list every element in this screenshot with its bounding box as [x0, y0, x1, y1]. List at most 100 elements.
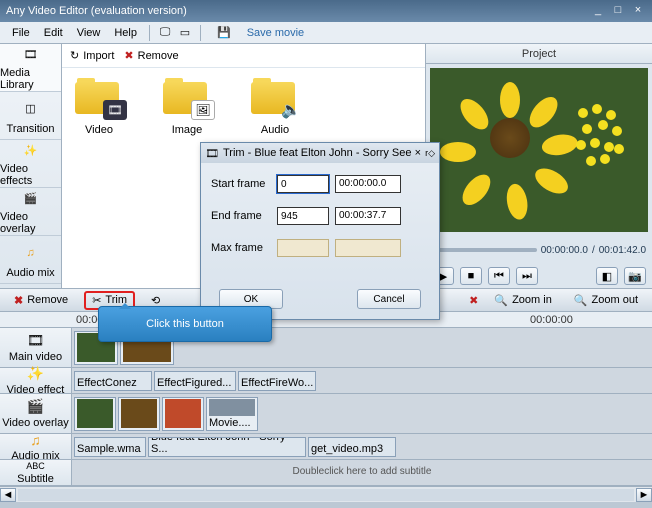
zoom-in-icon: 🔍 [494, 294, 508, 307]
x-icon: ✖ [469, 294, 478, 307]
subtitle-placeholder[interactable]: Doubleclick here to add subtitle [72, 460, 652, 485]
film-icon: 🎞 [107, 103, 122, 117]
close-button[interactable]: × [630, 4, 646, 18]
overlay-clip[interactable]: Movie.... [206, 397, 258, 431]
start-frame-label: Start frame [211, 178, 271, 190]
film-icon: 🎞 [205, 147, 219, 160]
max-timecode [335, 239, 401, 257]
track-video-effect: ✨ Video effect EffectConez EffectFigured… [0, 368, 652, 394]
max-frame-label: Max frame [211, 242, 271, 254]
start-timecode: 00:00:00.0 [335, 175, 401, 193]
zoom-in-button[interactable]: 🔍 Zoom in [488, 292, 557, 309]
dialog-close-button[interactable]: × [415, 147, 421, 159]
sidebar-video-overlay[interactable]: 🎬 Video overlay [0, 188, 61, 236]
transition-icon: ◫ [19, 97, 43, 121]
app-title: Any Video Editor (evaluation version) [6, 5, 586, 17]
timeline-tracks: 🎞 Main video ✨ Video effect EffectConez … [0, 328, 652, 486]
speaker-icon: 🔈 [281, 100, 301, 120]
effect-clip[interactable]: EffectFigured... [154, 371, 236, 391]
end-timecode: 00:00:37.7 [335, 207, 401, 225]
time-current: 00:00:00.0 [541, 245, 588, 256]
cancel-button[interactable]: Cancel [357, 289, 421, 309]
preview-button-bar: ▶ ■ ⏮ ⏭ ◧ 📷 [426, 264, 652, 288]
dialog-titlebar[interactable]: 🎞 Trim - Blue feat Elton John - Sorry Se… [201, 143, 439, 163]
preview-panel: Project 00:00:00.0 / [426, 44, 652, 288]
audio-clip[interactable]: Blue feat Elton John - Sorry S... [148, 437, 306, 457]
overlay-icon: 🎬 [27, 398, 44, 415]
film-icon: 🎞 [27, 332, 45, 349]
preview-slider[interactable] [432, 248, 537, 252]
preview-image [430, 68, 648, 232]
menu-view[interactable]: View [71, 25, 107, 41]
tutorial-callout: Click this button [98, 306, 272, 342]
sidebar-video-effects[interactable]: ✨ Video effects [0, 140, 61, 188]
marker-button[interactable]: ◧ [596, 267, 618, 285]
maximize-button[interactable]: □ [610, 4, 626, 18]
content-toolbar: ↻ Import ✖ Remove [62, 44, 425, 68]
end-frame-input[interactable] [277, 207, 329, 225]
media-folder-video[interactable]: 🎞 Video [70, 78, 128, 136]
effects-icon: ✨ [19, 140, 43, 161]
menu-help[interactable]: Help [108, 25, 143, 41]
audio-clip[interactable]: get_video.mp3 [308, 437, 396, 457]
sidebar: 🎞 Media Library ◫ Transition ✨ Video eff… [0, 44, 62, 288]
minimize-button[interactable]: _ [590, 4, 606, 18]
scroll-right-button[interactable]: ► [636, 488, 652, 502]
x-icon: ✖ [124, 49, 133, 62]
save-movie-button[interactable]: 💾 Save movie [207, 22, 314, 43]
music-note-icon: ♫ [19, 241, 43, 265]
refresh-icon: ↻ [70, 49, 79, 62]
import-button[interactable]: ↻ Import [70, 49, 114, 62]
media-folder-audio[interactable]: 🔈 Audio [246, 78, 304, 136]
menu-file[interactable]: File [6, 25, 36, 41]
undo-icon: ⟲ [151, 294, 160, 307]
overlay-clip[interactable] [74, 397, 116, 431]
screen-icon[interactable]: ▭ [176, 24, 194, 42]
sidebar-media-library[interactable]: 🎞 Media Library [0, 44, 61, 92]
dialog-pin-button[interactable]: r◇ [425, 148, 435, 159]
track-label-main-video: 🎞 Main video [0, 328, 72, 367]
track-label-video-effect: ✨ Video effect [0, 368, 72, 393]
start-frame-input[interactable] [277, 175, 329, 193]
zoom-out-button[interactable]: 🔍 Zoom out [568, 292, 644, 309]
preview-title: Project [426, 44, 652, 64]
effect-clip[interactable]: EffectConez [74, 371, 152, 391]
track-audio-mix: ♫ Audio mix Sample.wma Blue feat Elton J… [0, 434, 652, 460]
effect-clip[interactable]: EffectFireWo... [238, 371, 316, 391]
next-button[interactable]: ⏭ [516, 267, 538, 285]
prev-button[interactable]: ⏮ [488, 267, 510, 285]
trim-dialog: 🎞 Trim - Blue feat Elton John - Sorry Se… [200, 142, 440, 320]
music-note-icon: ♫ [30, 432, 41, 448]
overlay-clip[interactable] [118, 397, 160, 431]
scroll-left-button[interactable]: ◄ [0, 488, 16, 502]
horizontal-scrollbar[interactable]: ◄ ► [0, 486, 652, 502]
track-label-audio-mix: ♫ Audio mix [0, 434, 72, 459]
stop-button[interactable]: ■ [460, 267, 482, 285]
dialog-title: Trim - Blue feat Elton John - Sorry Seem… [223, 147, 411, 159]
sidebar-audio-mix[interactable]: ♫ Audio mix [0, 236, 61, 284]
menu-edit[interactable]: Edit [38, 25, 69, 41]
x-icon: ✖ [14, 294, 23, 307]
film-icon: 🎞 [19, 44, 43, 65]
overlay-icon: 🎬 [19, 188, 43, 209]
preview-controls: 00:00:00.0 / 00:01:42.0 [426, 236, 652, 264]
timeline-remove-button[interactable]: ✖ Remove [8, 292, 74, 309]
audio-clip[interactable]: Sample.wma [74, 437, 146, 457]
title-bar: Any Video Editor (evaluation version) _ … [0, 0, 652, 22]
media-folder-image[interactable]: 🖼 Image [158, 78, 216, 136]
overlay-clip[interactable] [162, 397, 204, 431]
zoom-out-icon: 🔍 [574, 294, 588, 307]
track-video-overlay: 🎬 Video overlay Movie.... [0, 394, 652, 434]
remove-button[interactable]: ✖ Remove [124, 49, 178, 62]
track-label-video-overlay: 🎬 Video overlay [0, 394, 72, 433]
track-subtitle: ABC Subtitle Doubleclick here to add sub… [0, 460, 652, 486]
track-label-subtitle: ABC Subtitle [0, 460, 72, 485]
effects-icon: ✨ [27, 365, 44, 382]
end-frame-label: End frame [211, 210, 271, 222]
sidebar-transition[interactable]: ◫ Transition [0, 92, 61, 140]
snapshot-button[interactable]: 📷 [624, 267, 646, 285]
picture-icon: 🖼 [195, 103, 210, 117]
max-frame-input [277, 239, 329, 257]
monitor-icon[interactable]: 🖵 [156, 24, 174, 42]
menu-bar: File Edit View Help 🖵 ▭ 💾 Save movie [0, 22, 652, 44]
